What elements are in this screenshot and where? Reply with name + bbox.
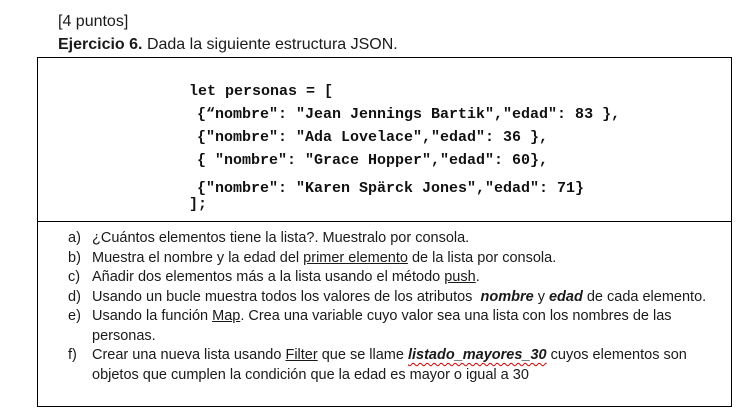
question-letter: e) (68, 308, 81, 324)
code-line-1: let personas = [ (189, 83, 334, 100)
exercise-number: Ejercicio 6. (58, 36, 143, 53)
question-letter: b) (68, 249, 81, 266)
question-text: Crear una nueva lista usando Filter que … (92, 346, 722, 385)
code-line-2: {“nombre": "Jean Jennings Bartik","edad"… (197, 106, 621, 123)
question-text-part: Usando la función (92, 308, 213, 324)
code-block: let personas = [ {“nombre": "Jean Jennin… (38, 58, 731, 222)
question-text-part: y (533, 288, 549, 305)
question-text: Usando un bucle muestra todos los valore… (92, 288, 722, 308)
code-line-6: ]; (189, 196, 208, 213)
question-text-part: Añadir dos elementos más a la lista usan… (92, 269, 445, 285)
question-text-part: Crear una nueva lista usando (92, 347, 286, 363)
question-letter: f) (68, 347, 77, 363)
question-text: Usando la función Map. Crea una variable… (92, 307, 722, 346)
question-letter: c) (68, 269, 81, 285)
code-line-4: { "nombre": "Grace Hopper","edad": 60}, (197, 152, 549, 169)
question-text: Muestra el nombre y la edad del primer e… (92, 249, 722, 269)
underlined-term: Filter (285, 347, 318, 363)
points-label: [4 puntos] (58, 13, 129, 30)
code-line-5: {"nombre": "Karen Spärck Jones","edad": … (197, 180, 585, 197)
exercise-frame: let personas = [ {“nombre": "Jean Jennin… (37, 57, 732, 407)
emphasized-term: nombre (480, 288, 534, 305)
question-text-part: Usando un bucle muestra todos los valore… (92, 288, 481, 305)
exercise-title: Ejercicio 6. Dada la siguiente estructur… (58, 36, 398, 54)
question-text-part: . (475, 269, 480, 285)
question-text-part: de la lista por consola. (407, 249, 557, 266)
underlined-term: push (444, 269, 476, 285)
question-text-part: que se llame (317, 347, 408, 363)
question-letter: a) (68, 230, 81, 246)
question-letter: d) (68, 288, 81, 305)
emphasized-term: edad (548, 288, 583, 305)
exercise-description: Dada la siguiente estructura JSON. (142, 36, 398, 53)
code-line-3: {"nombre": "Ada Lovelace","edad": 36 }, (197, 129, 549, 146)
question-text-part: Muestra el nombre y la edad del (92, 249, 304, 266)
question-text-part: de cada elemento. (582, 288, 707, 305)
question-text: ¿Cuántos elementos tiene la lista?. Mues… (92, 230, 470, 246)
variable-name: listado_mayores_30 (407, 347, 547, 363)
underlined-term: Map (212, 308, 241, 324)
question-text: Añadir dos elementos más a la lista usan… (92, 268, 722, 288)
underlined-term: primer elemento (303, 249, 408, 266)
